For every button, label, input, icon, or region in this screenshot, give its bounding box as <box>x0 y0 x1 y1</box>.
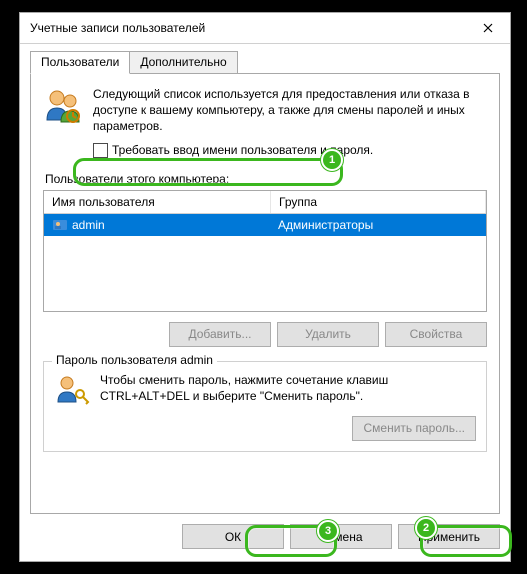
window-title: Учетные записи пользователей <box>30 21 465 35</box>
tab-content: Следующий список используется для предос… <box>30 73 500 514</box>
table-row[interactable]: admin Администраторы <box>44 214 486 236</box>
remove-button[interactable]: Удалить <box>277 322 379 347</box>
users-list[interactable]: Имя пользователя Группа admin <box>43 190 487 312</box>
require-login-label[interactable]: Требовать ввод имени пользователя и паро… <box>112 143 373 157</box>
user-accounts-window: Учетные записи пользователей Пользовател… <box>19 12 511 562</box>
ok-button[interactable]: ОК <box>182 524 284 549</box>
password-group: Пароль пользователя admin Чтобы сменить … <box>43 361 487 452</box>
col-username[interactable]: Имя пользователя <box>44 191 271 213</box>
users-section-label: Пользователи этого компьютера: <box>45 172 485 186</box>
close-button[interactable] <box>465 13 510 43</box>
list-header: Имя пользователя Группа <box>44 191 486 214</box>
key-user-icon <box>54 372 90 408</box>
col-group[interactable]: Группа <box>271 191 486 213</box>
client-area: Пользователи Дополнительно Следующий спи… <box>20 44 510 514</box>
user-icon <box>52 217 68 233</box>
change-password-button[interactable]: Сменить пароль... <box>352 416 476 441</box>
require-login-row: Требовать ввод имени пользователя и паро… <box>93 143 487 158</box>
cell-username: admin <box>44 214 270 236</box>
apply-button[interactable]: Применить <box>398 524 500 549</box>
tab-users[interactable]: Пользователи <box>30 51 130 74</box>
password-group-text: Чтобы сменить пароль, нажмите сочетание … <box>100 372 476 404</box>
cell-username-text: admin <box>72 218 105 232</box>
intro-text: Следующий список используется для предос… <box>93 86 487 135</box>
close-icon <box>483 23 493 33</box>
tab-strip: Пользователи Дополнительно <box>30 51 500 74</box>
list-buttons: Добавить... Удалить Свойства <box>43 322 487 347</box>
require-login-checkbox[interactable] <box>93 143 108 158</box>
cancel-button[interactable]: Отмена <box>290 524 392 549</box>
titlebar: Учетные записи пользователей <box>20 13 510 44</box>
tab-advanced[interactable]: Дополнительно <box>129 51 237 74</box>
users-icon <box>43 86 83 126</box>
dialog-footer: ОК Отмена Применить <box>20 514 510 561</box>
properties-button[interactable]: Свойства <box>385 322 487 347</box>
add-button[interactable]: Добавить... <box>169 322 271 347</box>
intro-row: Следующий список используется для предос… <box>43 86 487 135</box>
password-group-title: Пароль пользователя admin <box>52 353 217 367</box>
cell-group: Администраторы <box>270 215 486 235</box>
